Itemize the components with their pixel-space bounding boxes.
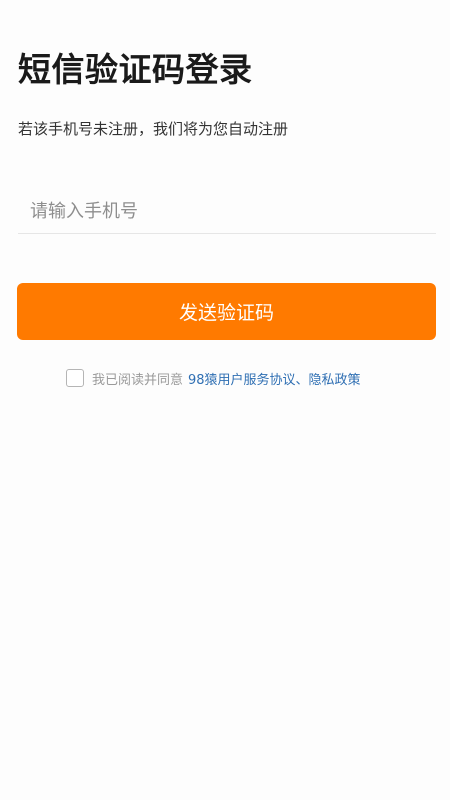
agreement-policy-link[interactable]: 98猿用户服务协议、隐私政策 xyxy=(188,369,361,388)
page-subtitle: 若该手机号未注册，我们将为您自动注册 xyxy=(18,120,289,138)
agreement-row: 我已阅读并同意 98猿用户服务协议、隐私政策 xyxy=(66,367,361,389)
agreement-text: 我已阅读并同意 xyxy=(92,372,184,388)
phone-number-input[interactable] xyxy=(18,190,436,234)
send-code-button[interactable]: 发送验证码 xyxy=(17,283,436,340)
login-screen: 短信验证码登录 若该手机号未注册，我们将为您自动注册 发送验证码 我已阅读并同意… xyxy=(0,0,450,800)
agreement-checkbox[interactable] xyxy=(66,369,84,387)
page-title: 短信验证码登录 xyxy=(18,50,253,89)
